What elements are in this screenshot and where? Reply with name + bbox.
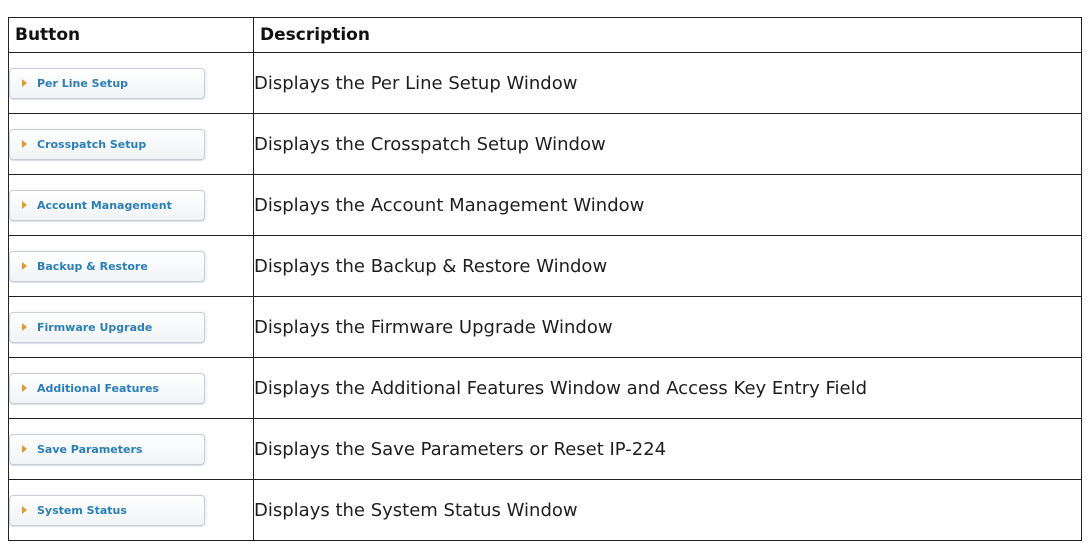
row-description: Displays the Firmware Upgrade Window [253, 296, 1082, 358]
save-parameters-button[interactable]: Save Parameters [9, 433, 205, 465]
firmware-upgrade-button[interactable]: Firmware Upgrade [9, 311, 205, 343]
row-description: Displays the Account Management Window [253, 174, 1082, 236]
table-row: Backup & Restore Displays the Backup & R… [8, 235, 1082, 297]
row-description: Displays the Crosspatch Setup Window [253, 113, 1082, 175]
table-row: Crosspatch Setup Displays the Crosspatch… [8, 113, 1082, 175]
row-description: Displays the Additional Features Window … [253, 357, 1082, 419]
button-label: Backup & Restore [37, 259, 148, 273]
row-description: Displays the Backup & Restore Window [253, 235, 1082, 297]
table-row: System Status Displays the System Status… [8, 479, 1082, 541]
table-row: Account Management Displays the Account … [8, 174, 1082, 236]
row-description: Displays the Save Parameters or Reset IP… [253, 418, 1082, 480]
caret-right-icon [22, 262, 27, 270]
button-reference-table: Button Description Per Line Setup Displa… [8, 17, 1082, 541]
caret-right-icon [22, 506, 27, 514]
row-description: Displays the Per Line Setup Window [253, 52, 1082, 114]
button-label: Additional Features [37, 381, 159, 395]
row-description: Displays the System Status Window [253, 479, 1082, 541]
table-row: Save Parameters Displays the Save Parame… [8, 418, 1082, 480]
header-description: Description [253, 17, 1082, 53]
table-row: Per Line Setup Displays the Per Line Set… [8, 52, 1082, 114]
caret-right-icon [22, 201, 27, 209]
caret-right-icon [22, 79, 27, 87]
per-line-setup-button[interactable]: Per Line Setup [9, 67, 205, 99]
backup-restore-button[interactable]: Backup & Restore [9, 250, 205, 282]
button-label: System Status [37, 503, 127, 517]
additional-features-button[interactable]: Additional Features [9, 372, 205, 404]
button-label: Account Management [37, 198, 172, 212]
caret-right-icon [22, 140, 27, 148]
caret-right-icon [22, 445, 27, 453]
caret-right-icon [22, 384, 27, 392]
button-label: Save Parameters [37, 442, 143, 456]
table-row: Additional Features Displays the Additio… [8, 357, 1082, 419]
crosspatch-setup-button[interactable]: Crosspatch Setup [9, 128, 205, 160]
table-row: Firmware Upgrade Displays the Firmware U… [8, 296, 1082, 358]
button-label: Per Line Setup [37, 76, 129, 90]
system-status-button[interactable]: System Status [9, 494, 205, 526]
caret-right-icon [22, 323, 27, 331]
header-row: Button Description [8, 17, 1082, 53]
button-label: Crosspatch Setup [37, 137, 147, 151]
button-label: Firmware Upgrade [37, 320, 153, 334]
header-button: Button [8, 17, 254, 53]
account-management-button[interactable]: Account Management [9, 189, 205, 221]
